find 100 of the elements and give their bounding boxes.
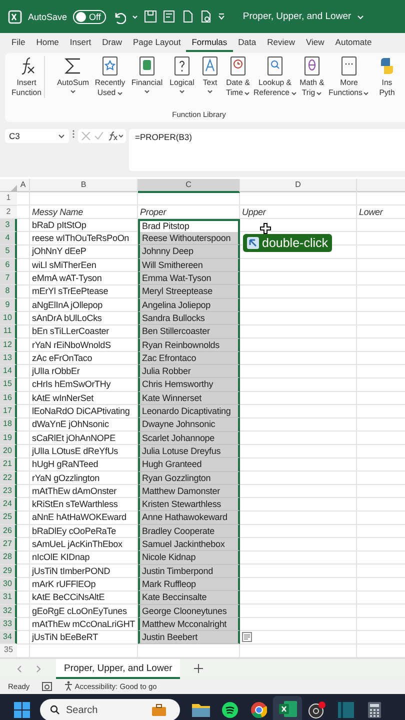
row-header[interactable]: 10 <box>0 312 17 326</box>
row-header[interactable]: 1 <box>0 192 17 206</box>
column-header[interactable]: C <box>138 179 240 193</box>
check-icon[interactable] <box>94 131 104 141</box>
menu-tab[interactable]: Data <box>232 34 262 52</box>
selected-cell[interactable]: Leonardo Dicaptivating <box>138 405 240 418</box>
row-header[interactable]: 20 <box>0 444 17 458</box>
document-title[interactable]: Proper, Upper, and Lower <box>242 11 352 22</box>
quick-analysis-icon[interactable] <box>242 632 252 642</box>
selected-cell[interactable]: Justin Timberpond <box>138 564 240 578</box>
row-header[interactable]: 35 <box>0 644 17 658</box>
row-header[interactable]: 26 <box>0 524 17 538</box>
selected-cell[interactable]: Bradley Cooperate <box>138 524 240 538</box>
row-header[interactable]: 34 <box>0 631 17 644</box>
macro-icon[interactable] <box>42 682 52 691</box>
caret-icon[interactable] <box>357 14 364 20</box>
selected-cell[interactable]: Emma Wat-Tyson <box>138 272 240 286</box>
row-header[interactable]: 32 <box>0 604 17 618</box>
row-header[interactable]: 31 <box>0 591 17 604</box>
row-header[interactable]: 9 <box>0 298 17 312</box>
customize-icon[interactable] <box>218 13 225 20</box>
selected-cell[interactable]: Mark Ruffleop <box>138 578 240 592</box>
row-header[interactable]: 25 <box>0 511 17 525</box>
selected-cell[interactable]: Julia Robber <box>138 365 240 378</box>
selected-cell[interactable]: Hugh Granteed <box>138 458 240 472</box>
selected-cell[interactable]: Nicole Kidnap <box>138 551 240 565</box>
menu-tab[interactable]: Insert <box>64 34 97 52</box>
start-icon[interactable] <box>14 702 30 718</box>
caret-icon[interactable] <box>132 14 138 20</box>
selected-cell[interactable]: Scarlet Johannope <box>138 432 240 445</box>
taskbar-app[interactable] <box>273 696 302 720</box>
row-header[interactable]: 29 <box>0 564 17 578</box>
row-header[interactable]: 15 <box>0 378 17 392</box>
selected-cell[interactable]: Ryan Reinbownolds <box>138 338 240 352</box>
row-header[interactable]: 27 <box>0 538 17 552</box>
selected-cell[interactable]: Justin Beebert <box>138 631 240 644</box>
form-icon[interactable] <box>162 10 176 23</box>
selected-cell[interactable]: Ryan Gozzlington <box>138 472 240 485</box>
sheet-tab[interactable]: Proper, Upper, and Lower <box>56 658 180 679</box>
next-sheet-icon[interactable] <box>36 664 42 673</box>
selected-cell[interactable]: Angelina Joliepop <box>138 298 240 312</box>
save-icon[interactable] <box>144 10 157 23</box>
formula-field[interactable]: =PROPER(B3) <box>129 129 405 171</box>
row-header[interactable]: 6 <box>0 258 17 272</box>
row-header[interactable]: 17 <box>0 405 17 418</box>
menu-tab[interactable]: Automate <box>330 34 378 52</box>
row-header[interactable]: 22 <box>0 472 17 485</box>
search-field[interactable]: Search <box>66 704 146 716</box>
function-icon[interactable] <box>107 131 123 141</box>
row-header[interactable]: 3 <box>0 218 17 232</box>
row-header[interactable]: 11 <box>0 325 17 339</box>
add-sheet-icon[interactable] <box>194 664 204 674</box>
print-preview-icon[interactable] <box>200 10 212 23</box>
selected-cell[interactable]: Matthew Mcconalright <box>138 618 240 632</box>
row-header[interactable]: 7 <box>0 272 17 286</box>
selected-cell[interactable]: Brad Pitstop <box>138 218 240 232</box>
selected-cell[interactable]: Ben Stillercoaster <box>138 325 240 339</box>
previous-sheet-icon[interactable] <box>16 664 22 673</box>
row-header[interactable]: 12 <box>0 338 17 352</box>
selected-cell[interactable]: Kate Winnerset <box>138 392 240 406</box>
row-header[interactable]: 8 <box>0 285 17 299</box>
selected-cell[interactable]: Reese Withouterspoon <box>138 232 240 246</box>
row-header[interactable]: 19 <box>0 432 17 445</box>
selected-cell[interactable]: Johnny Deep <box>138 245 240 259</box>
selected-cell[interactable]: Zac Efrontaco <box>138 352 240 366</box>
row-header[interactable]: 24 <box>0 498 17 512</box>
selected-cell[interactable]: Anne Hathawokeward <box>138 511 240 525</box>
selected-cell[interactable]: Kristen Stewarthless <box>138 498 240 512</box>
document-icon[interactable] <box>182 10 194 23</box>
menu-tab[interactable]: File <box>6 34 31 52</box>
row-header[interactable]: 16 <box>0 392 17 406</box>
selected-cell[interactable]: Kate Beccinsalte <box>138 591 240 604</box>
menu-tab[interactable]: Page Layout <box>128 34 186 52</box>
row-header[interactable]: 33 <box>0 618 17 632</box>
menu-tab[interactable]: View <box>300 34 330 52</box>
selected-cell[interactable]: Samuel Jackinthebox <box>138 538 240 552</box>
row-header[interactable]: 14 <box>0 365 17 378</box>
menu-tab[interactable]: Review <box>262 34 301 52</box>
selected-cell[interactable]: Meryl Streeptease <box>138 285 240 299</box>
row-header[interactable]: 13 <box>0 352 17 366</box>
selected-cell[interactable]: Chris Hemsworthy <box>138 378 240 392</box>
selected-cell[interactable]: Dwayne Johnsonic <box>138 418 240 432</box>
name-box[interactable]: C3 <box>5 129 69 143</box>
row-header[interactable]: 18 <box>0 418 17 432</box>
selected-cell[interactable]: Julia Lotuse Dreyfus <box>138 444 240 458</box>
selected-cell[interactable]: Sandra Bullocks <box>138 312 240 326</box>
selected-cell[interactable]: George Clooneytunes <box>138 604 240 618</box>
column-header[interactable]: D <box>240 179 357 193</box>
row-header[interactable]: 28 <box>0 551 17 565</box>
row-header[interactable]: 4 <box>0 232 17 246</box>
row-header[interactable]: 5 <box>0 245 17 259</box>
selected-cell[interactable]: Matthew Damonster <box>138 484 240 498</box>
row-header[interactable]: 30 <box>0 578 17 592</box>
more-options-icon[interactable] <box>72 129 75 139</box>
autosave-toggle[interactable]: Off <box>73 10 106 24</box>
row-header[interactable]: 21 <box>0 458 17 472</box>
menu-tab[interactable]: Home <box>30 34 64 52</box>
row-header[interactable]: 2 <box>0 206 17 219</box>
menu-tab[interactable]: Draw <box>96 34 128 52</box>
row-header[interactable]: 23 <box>0 484 17 498</box>
